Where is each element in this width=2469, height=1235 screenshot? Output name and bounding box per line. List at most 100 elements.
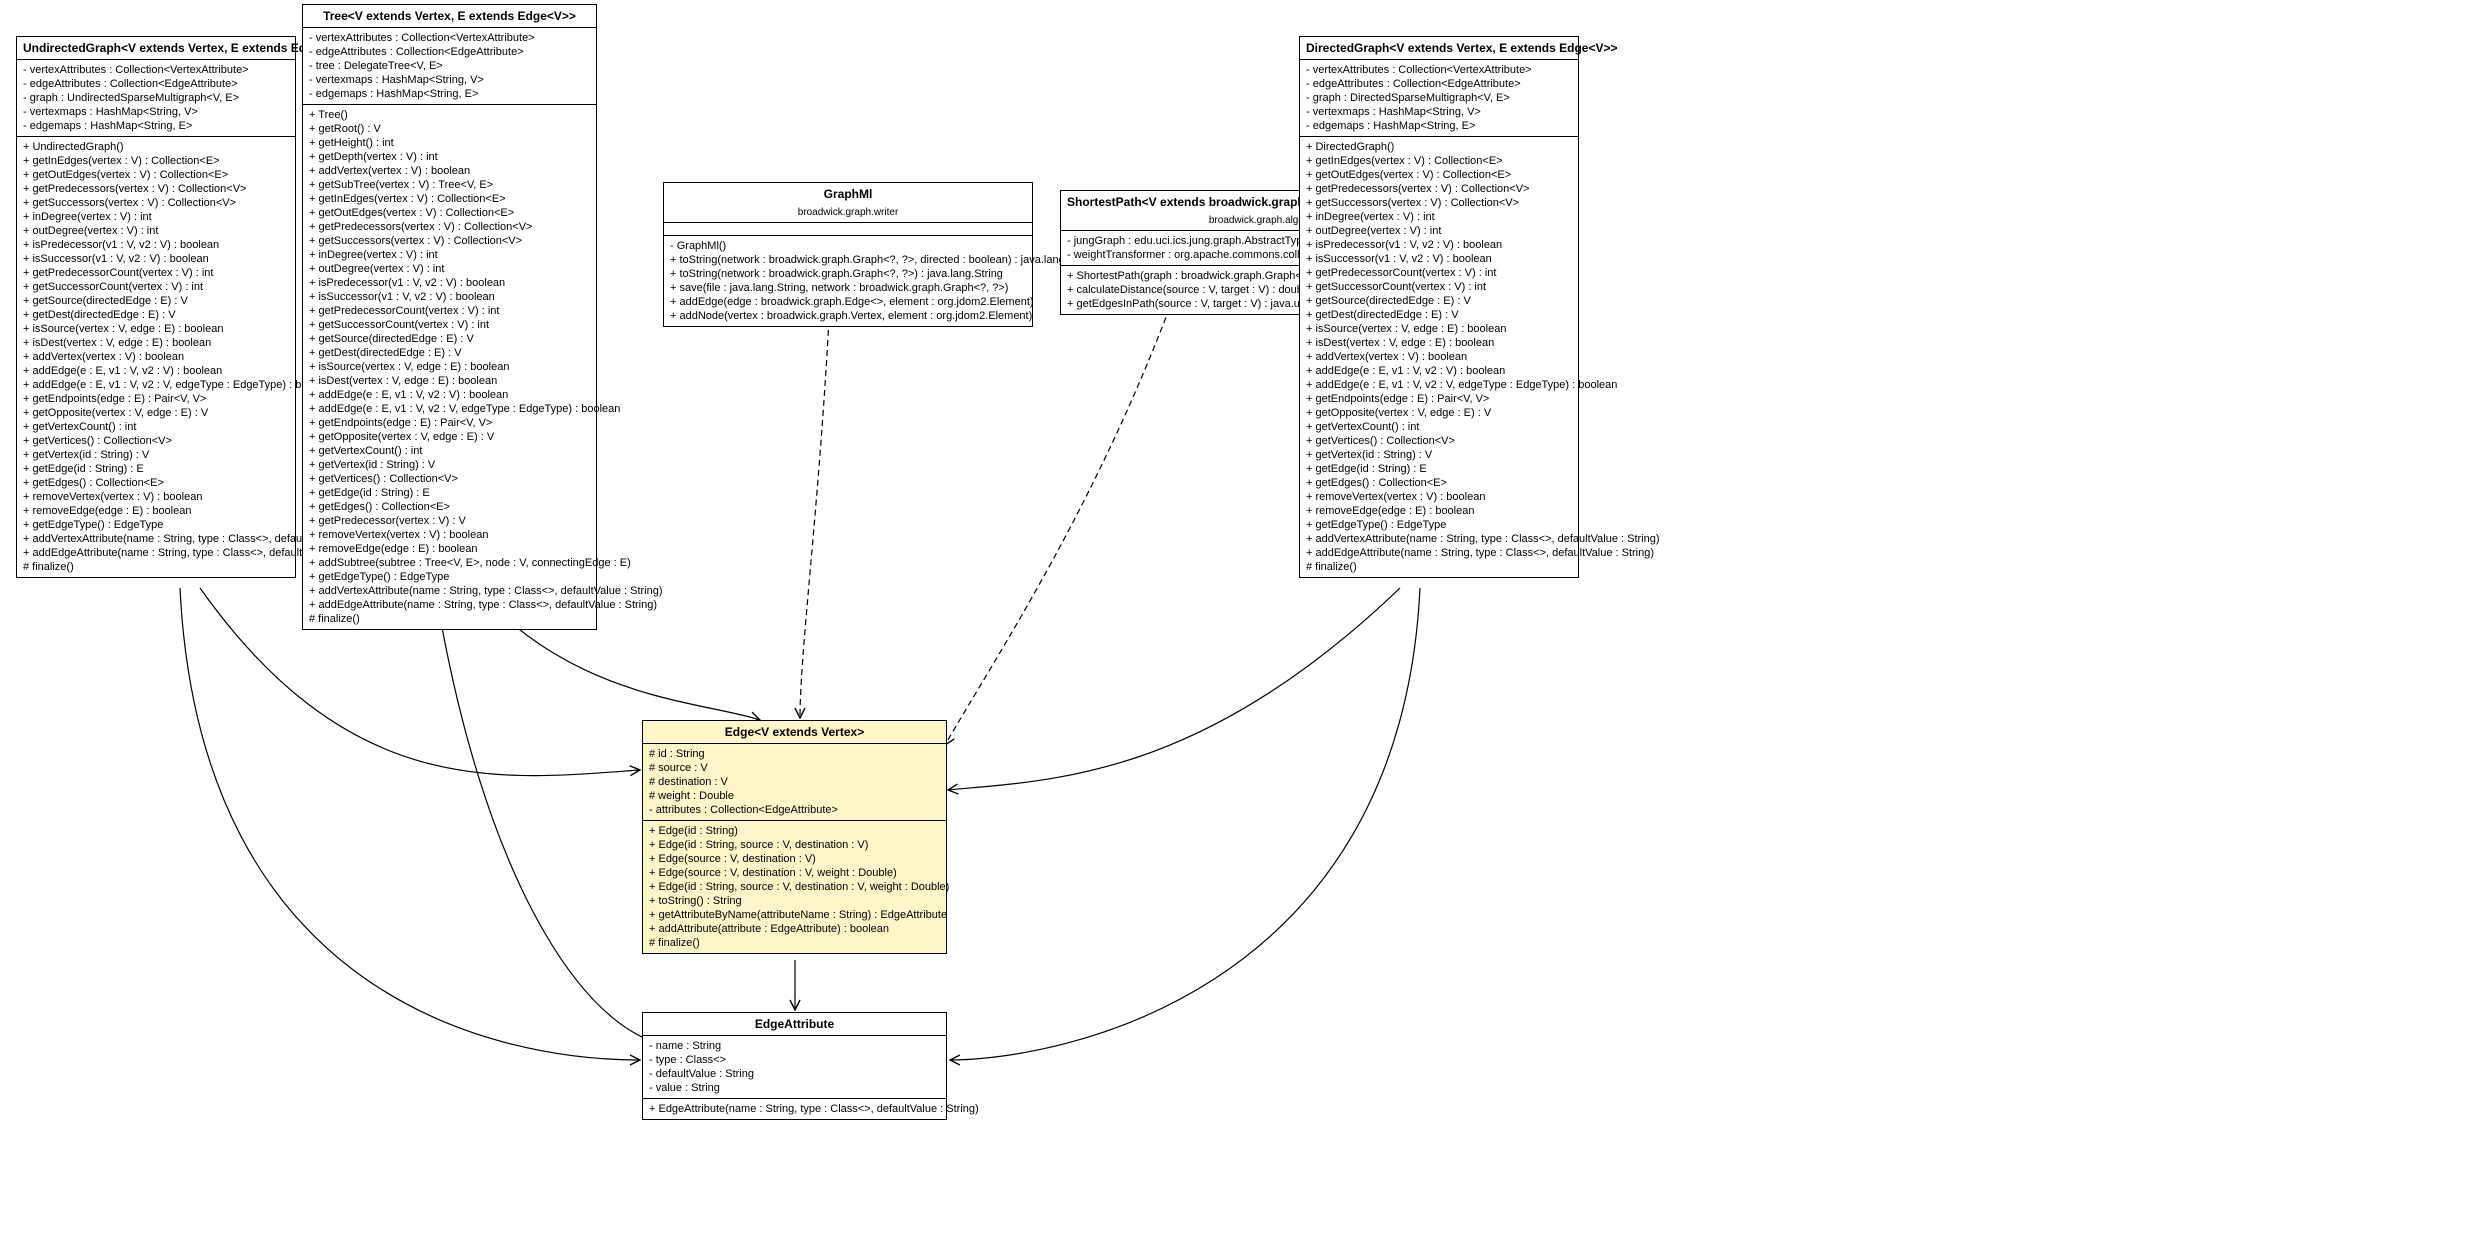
uml-member-line: + getSource(directedEdge : E) : V (1306, 294, 1572, 308)
uml-member-line: + getInEdges(vertex : V) : Collection<E> (309, 192, 590, 206)
uml-member-line: + getDepth(vertex : V) : int (309, 150, 590, 164)
uml-member-line: + inDegree(vertex : V) : int (1306, 210, 1572, 224)
uml-member-line: + getVertex(id : String) : V (23, 448, 289, 462)
uml-member-line: + isSource(vertex : V, edge : E) : boole… (23, 322, 289, 336)
uml-member-line: - value : String (649, 1081, 940, 1095)
uml-member-line: + getDest(directedEdge : E) : V (1306, 308, 1572, 322)
uml-member-line: + getRoot() : V (309, 122, 590, 136)
uml-member-line: + getSubTree(vertex : V) : Tree<V, E> (309, 178, 590, 192)
uml-member-line: + getSource(directedEdge : E) : V (309, 332, 590, 346)
uml-member-line: + getEdges() : Collection<E> (309, 500, 590, 514)
uml-member-line: + getPredecessorCount(vertex : V) : int (23, 266, 289, 280)
uml-member-line: + getPredecessors(vertex : V) : Collecti… (1306, 182, 1572, 196)
uml-member-line: + getEdge(id : String) : E (23, 462, 289, 476)
uml-member-line: + addEdge(e : E, v1 : V, v2 : V) : boole… (309, 388, 590, 402)
uml-member-line: + getSuccessorCount(vertex : V) : int (23, 280, 289, 294)
uml-member-line: + addVertexAttribute(name : String, type… (23, 532, 289, 546)
uml-member-line: - vertexAttributes : Collection<VertexAt… (23, 63, 289, 77)
uml-member-line: + getSuccessors(vertex : V) : Collection… (23, 196, 289, 210)
ops-section: + UndirectedGraph()+ getInEdges(vertex :… (17, 137, 295, 577)
uml-member-line: + addSubtree(subtree : Tree<V, E>, node … (309, 556, 590, 570)
uml-member-line: + getOutEdges(vertex : V) : Collection<E… (1306, 168, 1572, 182)
uml-member-line: + isDest(vertex : V, edge : E) : boolean (1306, 336, 1572, 350)
uml-member-line: + isSource(vertex : V, edge : E) : boole… (309, 360, 590, 374)
uml-member-line: + EdgeAttribute(name : String, type : Cl… (649, 1102, 940, 1116)
class-title: EdgeAttribute (643, 1013, 946, 1036)
uml-member-line: + getEdge(id : String) : E (1306, 462, 1572, 476)
class-title: DirectedGraph<V extends Vertex, E extend… (1300, 37, 1578, 60)
class-title: GraphMl (664, 183, 1032, 205)
attrs-section: # id : String# source : V# destination :… (643, 744, 946, 821)
uml-member-line: + getEndpoints(edge : E) : Pair<V, V> (23, 392, 289, 406)
uml-member-line: # finalize() (649, 936, 940, 950)
uml-member-line: + addAttribute(attribute : EdgeAttribute… (649, 922, 940, 936)
uml-member-line: + getOpposite(vertex : V, edge : E) : V (23, 406, 289, 420)
uml-member-line: - edgemaps : HashMap<String, E> (23, 119, 289, 133)
uml-member-line: + addEdge(e : E, v1 : V, v2 : V, edgeTyp… (1306, 378, 1572, 392)
uml-member-line: + removeVertex(vertex : V) : boolean (309, 528, 590, 542)
uml-member-line: + getEdgeType() : EdgeType (23, 518, 289, 532)
uml-member-line: + getEdges() : Collection<E> (1306, 476, 1572, 490)
uml-member-line: + inDegree(vertex : V) : int (309, 248, 590, 262)
uml-member-line: + toString(network : broadwick.graph.Gra… (670, 253, 1026, 267)
uml-member-line: + addEdge(e : E, v1 : V, v2 : V, edgeTyp… (23, 378, 289, 392)
uml-member-line: + removeVertex(vertex : V) : boolean (1306, 490, 1572, 504)
uml-member-line: + addVertex(vertex : V) : boolean (1306, 350, 1572, 364)
class-title: UndirectedGraph<V extends Vertex, E exte… (17, 37, 295, 60)
uml-member-line: # finalize() (23, 560, 289, 574)
uml-member-line: # id : String (649, 747, 940, 761)
uml-member-line: + isSource(vertex : V, edge : E) : boole… (1306, 322, 1572, 336)
uml-member-line: + getVertex(id : String) : V (1306, 448, 1572, 462)
uml-member-line: + inDegree(vertex : V) : int (23, 210, 289, 224)
class-title: Tree<V extends Vertex, E extends Edge<V>… (303, 5, 596, 28)
uml-member-line: + save(file : java.lang.String, network … (670, 281, 1026, 295)
uml-member-line: + getEdges() : Collection<E> (23, 476, 289, 490)
uml-member-line: + getEndpoints(edge : E) : Pair<V, V> (1306, 392, 1572, 406)
uml-member-line: # finalize() (309, 612, 590, 626)
uml-member-line: + addEdge(e : E, v1 : V, v2 : V) : boole… (1306, 364, 1572, 378)
uml-member-line: - edgemaps : HashMap<String, E> (1306, 119, 1572, 133)
uml-member-line: + isPredecessor(v1 : V, v2 : V) : boolea… (309, 276, 590, 290)
class-edge: Edge<V extends Vertex> # id : String# so… (642, 720, 947, 954)
uml-member-line: + getSuccessors(vertex : V) : Collection… (309, 234, 590, 248)
uml-member-line: + isDest(vertex : V, edge : E) : boolean (23, 336, 289, 350)
uml-member-line: + getVertices() : Collection<V> (23, 434, 289, 448)
uml-member-line: - type : Class<> (649, 1053, 940, 1067)
uml-member-line: - vertexAttributes : Collection<VertexAt… (309, 31, 590, 45)
attrs-section: - name : String- type : Class<>- default… (643, 1036, 946, 1099)
uml-member-line: + DirectedGraph() (1306, 140, 1572, 154)
uml-member-line: - vertexmaps : HashMap<String, V> (23, 105, 289, 119)
uml-member-line: - tree : DelegateTree<V, E> (309, 59, 590, 73)
uml-member-line: + getEdgeType() : EdgeType (309, 570, 590, 584)
uml-member-line: + getPredecessors(vertex : V) : Collecti… (23, 182, 289, 196)
uml-member-line: - edgeAttributes : Collection<EdgeAttrib… (1306, 77, 1572, 91)
class-graphml: GraphMl broadwick.graph.writer - GraphMl… (663, 182, 1033, 327)
uml-member-line: + getEdgeType() : EdgeType (1306, 518, 1572, 532)
uml-member-line: + addEdge(e : E, v1 : V, v2 : V) : boole… (23, 364, 289, 378)
ops-section: + DirectedGraph()+ getInEdges(vertex : V… (1300, 137, 1578, 577)
ops-section: - GraphMl()+ toString(network : broadwic… (664, 236, 1032, 326)
uml-member-line: + outDegree(vertex : V) : int (23, 224, 289, 238)
uml-member-line: + isSuccessor(v1 : V, v2 : V) : boolean (23, 252, 289, 266)
uml-member-line: + Edge(source : V, destination : V, weig… (649, 866, 940, 880)
uml-member-line: + getSource(directedEdge : E) : V (23, 294, 289, 308)
uml-member-line: + getPredecessor(vertex : V) : V (309, 514, 590, 528)
uml-member-line: - edgemaps : HashMap<String, E> (309, 87, 590, 101)
uml-member-line: + getPredecessorCount(vertex : V) : int (1306, 266, 1572, 280)
uml-member-line: + getInEdges(vertex : V) : Collection<E> (23, 154, 289, 168)
uml-member-line: + removeEdge(edge : E) : boolean (1306, 504, 1572, 518)
uml-member-line: + getVertexCount() : int (1306, 420, 1572, 434)
uml-member-line: + Edge(id : String, source : V, destinat… (649, 880, 940, 894)
uml-member-line: - edgeAttributes : Collection<EdgeAttrib… (309, 45, 590, 59)
uml-member-line: + addVertex(vertex : V) : boolean (309, 164, 590, 178)
uml-member-line: - defaultValue : String (649, 1067, 940, 1081)
uml-member-line: + addEdgeAttribute(name : String, type :… (1306, 546, 1572, 560)
uml-member-line: + getAttributeByName(attributeName : Str… (649, 908, 940, 922)
uml-member-line: + getVertexCount() : int (23, 420, 289, 434)
uml-member-line: - vertexmaps : HashMap<String, V> (1306, 105, 1572, 119)
uml-member-line: # destination : V (649, 775, 940, 789)
uml-canvas: UndirectedGraph<V extends Vertex, E exte… (0, 0, 2469, 1235)
uml-member-line: + toString(network : broadwick.graph.Gra… (670, 267, 1026, 281)
attrs-section-empty (664, 223, 1032, 236)
uml-member-line: + getOpposite(vertex : V, edge : E) : V (309, 430, 590, 444)
